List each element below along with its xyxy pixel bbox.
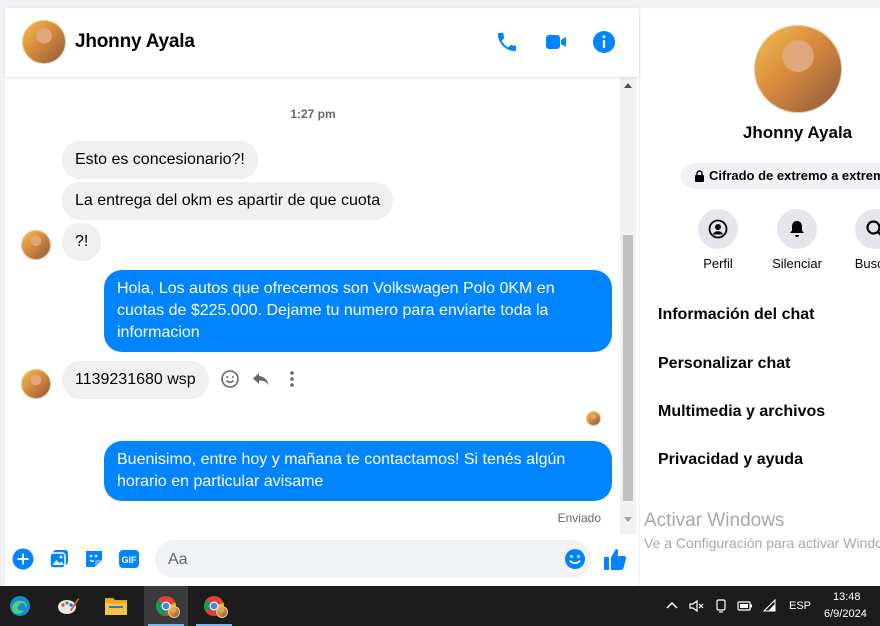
section-chat-info[interactable]: Información del chat xyxy=(658,306,814,324)
action-profile[interactable]: Perfil xyxy=(678,209,758,271)
bell-icon xyxy=(790,221,804,237)
info-contact-name: Jhonny Ayala xyxy=(742,123,853,142)
sent-status: Enviado xyxy=(557,511,601,525)
language-indicator[interactable]: ESP xyxy=(789,600,811,612)
clock-time[interactable]: 13:48 xyxy=(833,591,861,603)
profile-picture[interactable] xyxy=(754,25,842,113)
wifi-icon[interactable] xyxy=(762,598,778,614)
seen-avatar xyxy=(586,411,601,426)
taskbar-file-explorer[interactable] xyxy=(94,586,138,626)
chat-panel: Jhonny Ayala 1:27 pm Esto es concesionar… xyxy=(5,8,639,586)
video-call-icon[interactable] xyxy=(544,30,568,54)
edge-icon xyxy=(10,596,30,616)
taskbar: ESP 13:48 6/9/2024 xyxy=(0,586,880,626)
paint-icon xyxy=(58,598,80,614)
gallery-icon[interactable] xyxy=(48,548,70,570)
folder-icon xyxy=(105,598,127,615)
lock-icon xyxy=(695,170,704,182)
taskbar-edge[interactable] xyxy=(0,586,44,626)
action-label: Perfil xyxy=(703,256,733,271)
clock-date[interactable]: 6/9/2024 xyxy=(824,608,867,620)
gif-icon[interactable]: GIF xyxy=(118,548,140,570)
message-list[interactable]: 1:27 pm Esto es concesionario?! La entre… xyxy=(5,77,639,534)
action-label: Silenciar xyxy=(772,256,822,271)
message-input-placeholder: Aa xyxy=(168,551,188,568)
outgoing-message[interactable]: Buenisimo, entre hoy y mañana te contact… xyxy=(104,441,612,501)
action-profile-circle xyxy=(698,209,738,249)
search-icon xyxy=(866,220,880,236)
section-media-files[interactable]: Multimedia y archivos xyxy=(658,403,825,421)
action-label: Buscar xyxy=(854,256,880,271)
svg-text:GIF: GIF xyxy=(122,555,138,565)
contact-avatar[interactable] xyxy=(22,20,66,64)
scroll-thumb[interactable] xyxy=(623,235,633,501)
action-search-circle xyxy=(855,209,880,249)
plus-icon[interactable] xyxy=(12,548,34,570)
reply-icon[interactable] xyxy=(251,369,271,389)
incoming-message[interactable]: La entrega del okm es apartir de que cuo… xyxy=(62,182,394,220)
time-separator: 1:27 pm xyxy=(290,107,336,121)
profile-icon xyxy=(708,219,728,239)
thumbs-up-icon[interactable] xyxy=(602,546,628,572)
encryption-badge[interactable]: Cifrado de extremo a extremo xyxy=(681,163,880,189)
incoming-message[interactable]: 1139231680 wsp xyxy=(62,361,209,399)
more-options-icon[interactable] xyxy=(282,369,302,389)
section-customize-chat[interactable]: Personalizar chat xyxy=(658,355,791,373)
sticker-icon[interactable] xyxy=(83,548,105,570)
activate-windows-title: Activar Windows xyxy=(644,510,785,531)
scroll-up-arrow[interactable] xyxy=(624,83,632,88)
action-mute-circle xyxy=(777,209,817,249)
action-mute[interactable]: Silenciar xyxy=(757,209,837,271)
activate-windows-subtitle: Ve a Configuración para activar Windows. xyxy=(644,535,880,551)
encryption-text: Cifrado de extremo a extremo xyxy=(709,168,880,183)
chrome-profile-badge xyxy=(216,606,228,618)
scrollbar[interactable] xyxy=(620,77,636,534)
network-device-icon[interactable] xyxy=(713,598,729,614)
scroll-down-arrow[interactable] xyxy=(624,517,632,522)
screen: Jhonny Ayala 1:27 pm Esto es concesionar… xyxy=(0,0,880,626)
message-input[interactable]: Aa xyxy=(155,540,591,578)
incoming-message[interactable]: Esto es concesionario?! xyxy=(62,141,258,179)
contact-avatar-small[interactable] xyxy=(21,369,51,399)
outgoing-message[interactable]: Hola, Los autos que ofrecemos son Volksw… xyxy=(104,270,612,352)
chevron-up-icon[interactable] xyxy=(664,598,680,614)
section-privacy-help[interactable]: Privacidad y ayuda xyxy=(658,451,803,469)
emoji-icon[interactable] xyxy=(564,548,586,570)
smiley-react-icon[interactable] xyxy=(220,369,240,389)
contact-name[interactable]: Jhonny Ayala xyxy=(75,31,195,53)
incoming-message[interactable]: ?! xyxy=(62,223,102,261)
phone-icon[interactable] xyxy=(495,30,519,54)
composer: GIF Aa xyxy=(5,534,639,586)
chrome-profile-badge xyxy=(168,606,180,618)
action-search[interactable]: Buscar xyxy=(835,209,880,271)
taskbar-paint[interactable] xyxy=(46,586,90,626)
contact-avatar-small[interactable] xyxy=(21,230,51,260)
info-icon[interactable] xyxy=(592,30,616,54)
volume-muted-icon[interactable] xyxy=(688,598,704,614)
taskbar-chrome-active[interactable] xyxy=(144,586,188,626)
taskbar-chrome[interactable] xyxy=(192,586,236,626)
battery-icon[interactable] xyxy=(737,598,753,614)
info-panel: Jhonny Ayala Cifrado de extremo a extrem… xyxy=(640,8,880,586)
chat-header: Jhonny Ayala xyxy=(5,8,639,77)
